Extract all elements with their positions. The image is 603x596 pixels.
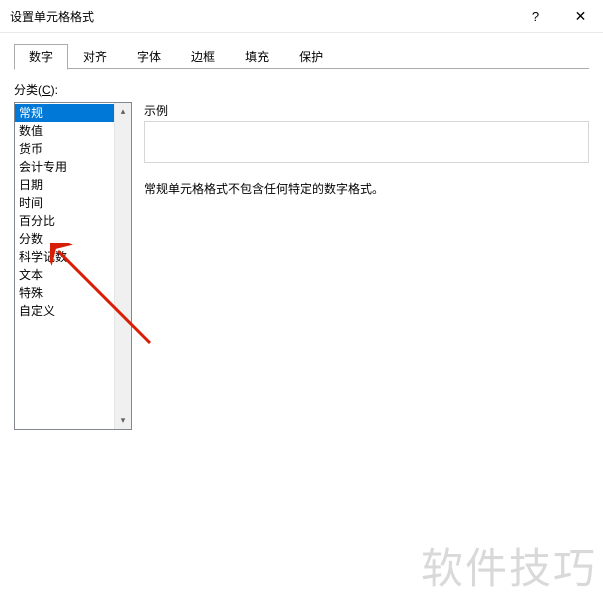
- sample-label: 示例: [144, 102, 589, 119]
- list-item[interactable]: 日期: [15, 176, 114, 194]
- close-icon: ✕: [575, 8, 587, 25]
- dialog-body: 分类(C): 常规数值货币会计专用日期时间百分比分数科学记数文本特殊自定义 ▴ …: [0, 69, 603, 430]
- list-item[interactable]: 数值: [15, 122, 114, 140]
- titlebar: 设置单元格格式 ? ✕: [0, 0, 603, 33]
- window-title: 设置单元格格式: [10, 8, 94, 25]
- help-button[interactable]: ?: [513, 0, 558, 33]
- scroll-up-icon[interactable]: ▴: [115, 103, 131, 120]
- window-controls: ? ✕: [513, 0, 603, 33]
- list-item[interactable]: 特殊: [15, 284, 114, 302]
- format-cells-dialog: 设置单元格格式 ? ✕ 数字对齐字体边框填充保护 分类(C): 常规数值货币会计…: [0, 0, 603, 596]
- tab-字体[interactable]: 字体: [122, 44, 176, 70]
- tab-保护[interactable]: 保护: [284, 44, 338, 70]
- list-item[interactable]: 货币: [15, 140, 114, 158]
- listbox-scrollbar[interactable]: ▴ ▾: [114, 103, 131, 429]
- category-label: 分类(C):: [14, 81, 589, 98]
- category-listbox[interactable]: 常规数值货币会计专用日期时间百分比分数科学记数文本特殊自定义 ▴ ▾: [14, 102, 132, 430]
- format-description: 常规单元格格式不包含任何特定的数字格式。: [144, 181, 589, 198]
- tab-数字[interactable]: 数字: [14, 44, 68, 70]
- list-item[interactable]: 时间: [15, 194, 114, 212]
- tab-填充[interactable]: 填充: [230, 44, 284, 70]
- list-item[interactable]: 自定义: [15, 302, 114, 320]
- tab-边框[interactable]: 边框: [176, 44, 230, 70]
- right-pane: 示例 常规单元格格式不包含任何特定的数字格式。: [144, 102, 589, 430]
- tabstrip: 数字对齐字体边框填充保护: [14, 43, 589, 69]
- watermark: 软件技巧: [421, 535, 597, 596]
- list-item[interactable]: 科学记数: [15, 248, 114, 266]
- list-item[interactable]: 分数: [15, 230, 114, 248]
- help-icon: ?: [532, 9, 539, 24]
- list-item[interactable]: 会计专用: [15, 158, 114, 176]
- list-item[interactable]: 常规: [15, 104, 114, 122]
- tab-对齐[interactable]: 对齐: [68, 44, 122, 70]
- list-item[interactable]: 百分比: [15, 212, 114, 230]
- close-button[interactable]: ✕: [558, 0, 603, 33]
- list-item[interactable]: 文本: [15, 266, 114, 284]
- sample-box: [144, 121, 589, 163]
- scroll-down-icon[interactable]: ▾: [115, 412, 131, 429]
